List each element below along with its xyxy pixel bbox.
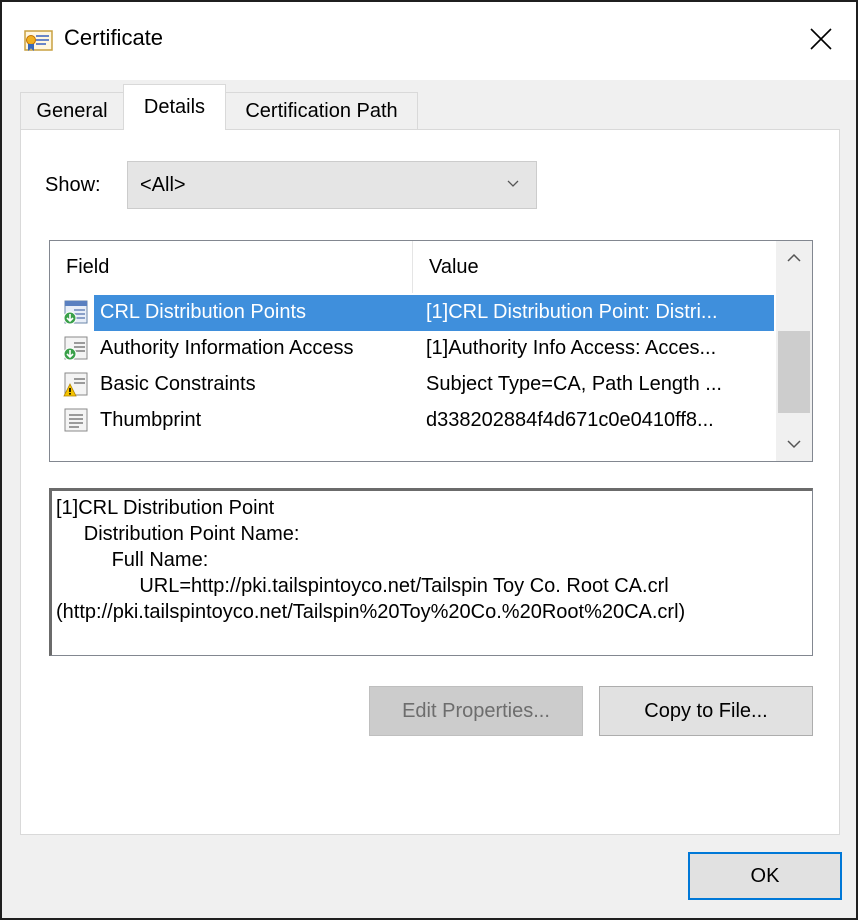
ok-button[interactable]: OK — [688, 852, 842, 900]
show-label: Show: — [45, 174, 101, 196]
field-value: d338202884f4d671c0e0410ff8... — [426, 409, 714, 431]
field-value: [1]CRL Distribution Point: Distri... — [426, 301, 718, 323]
close-icon[interactable] — [802, 20, 840, 58]
fields-list-view[interactable]: Field Value CRL Distribution Points [1]C… — [49, 240, 813, 462]
critical-extension-warning-icon — [62, 371, 90, 399]
tab-details[interactable]: Details — [123, 84, 226, 130]
close-button[interactable] — [802, 20, 840, 58]
field-name: Basic Constraints — [100, 373, 256, 395]
tab-certification-path[interactable]: Certification Path — [225, 92, 418, 129]
chevron-up-icon — [787, 253, 801, 262]
field-value: [1]Authority Info Access: Acces... — [426, 337, 717, 359]
field-name: Thumbprint — [100, 409, 202, 431]
certificate-property-icon — [62, 407, 90, 435]
field-detail-textbox[interactable]: [1]CRL Distribution Point Distribution P… — [49, 488, 813, 656]
list-row-thumbprint[interactable]: Thumbprint d338202884f4d671c0e0410ff8... — [50, 403, 774, 439]
chevron-down-icon — [506, 176, 520, 195]
chevron-down-icon — [787, 440, 801, 449]
scrollbar-thumb[interactable] — [778, 331, 810, 413]
title-bar: Certificate — [2, 2, 856, 80]
list-row-basic-constraints[interactable]: Basic Constraints Subject Type=CA, Path … — [50, 367, 774, 403]
window-title: Certificate — [64, 25, 164, 50]
field-name: Authority Information Access — [100, 337, 354, 359]
certificate-dialog: Certificate General Details Certificatio… — [0, 0, 858, 920]
show-dropdown[interactable]: <All> — [127, 161, 537, 209]
tab-strip: General Details Certification Path — [20, 80, 840, 130]
copy-to-file-button[interactable]: Copy to File... — [599, 686, 813, 736]
scroll-up-button[interactable] — [776, 241, 812, 275]
list-row-authority-information-access[interactable]: Authority Information Access [1]Authorit… — [50, 331, 774, 367]
field-value: Subject Type=CA, Path Length ... — [426, 373, 722, 395]
list-header: Field Value — [50, 241, 776, 293]
column-header-value[interactable]: Value — [413, 241, 775, 293]
scroll-down-button[interactable] — [776, 427, 812, 461]
list-row-crl-distribution-points[interactable]: CRL Distribution Points [1]CRL Distribut… — [50, 295, 774, 331]
show-selected-value: <All> — [140, 174, 186, 196]
edit-properties-button[interactable]: Edit Properties... — [369, 686, 583, 736]
tab-general[interactable]: General — [20, 92, 124, 129]
column-header-field[interactable]: Field — [50, 241, 412, 293]
certificate-extension-icon — [62, 335, 90, 363]
certificate-icon — [24, 29, 54, 53]
certificate-extension-icon — [62, 299, 90, 327]
field-name: CRL Distribution Points — [100, 301, 307, 323]
list-vertical-scrollbar[interactable] — [776, 241, 812, 461]
details-tab-panel: Show: <All> Field Value CRL Distribution… — [20, 129, 840, 835]
